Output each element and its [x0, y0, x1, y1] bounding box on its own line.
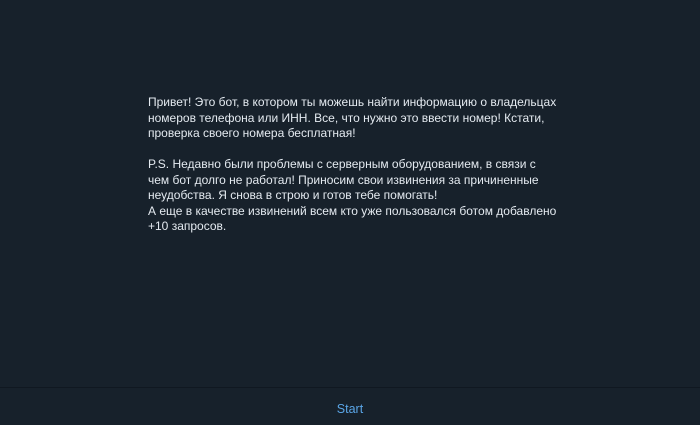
description-line: +10 запросов.	[148, 219, 227, 233]
description-line: Привет! Это бот, в котором ты можешь най…	[148, 95, 557, 109]
description-line: А еще в качестве извинений всем кто уже …	[148, 203, 557, 218]
description-line: чем бот долго не работал! Приносим свои …	[148, 172, 539, 187]
description-paragraph-1: Привет! Это бот, в котором ты можешь най…	[148, 95, 568, 142]
bot-start-screen: Привет! Это бот, в котором ты можешь най…	[0, 0, 700, 425]
description-line: проверка своего номера бесплатная!	[148, 126, 356, 140]
description-line: неудобства. Я снова в строю и готов тебе…	[148, 188, 438, 202]
description-line: номеров телефона или ИНН. Все, что нужно…	[148, 110, 545, 125]
start-button[interactable]: Start	[325, 398, 375, 420]
description-paragraph-2: P.S. Недавно были проблемы с серверным о…	[148, 157, 568, 235]
bottom-bar: Start	[0, 387, 700, 425]
bot-description: Привет! Это бот, в котором ты можешь най…	[148, 95, 568, 235]
description-line: P.S. Недавно были проблемы с серверным о…	[148, 157, 536, 171]
